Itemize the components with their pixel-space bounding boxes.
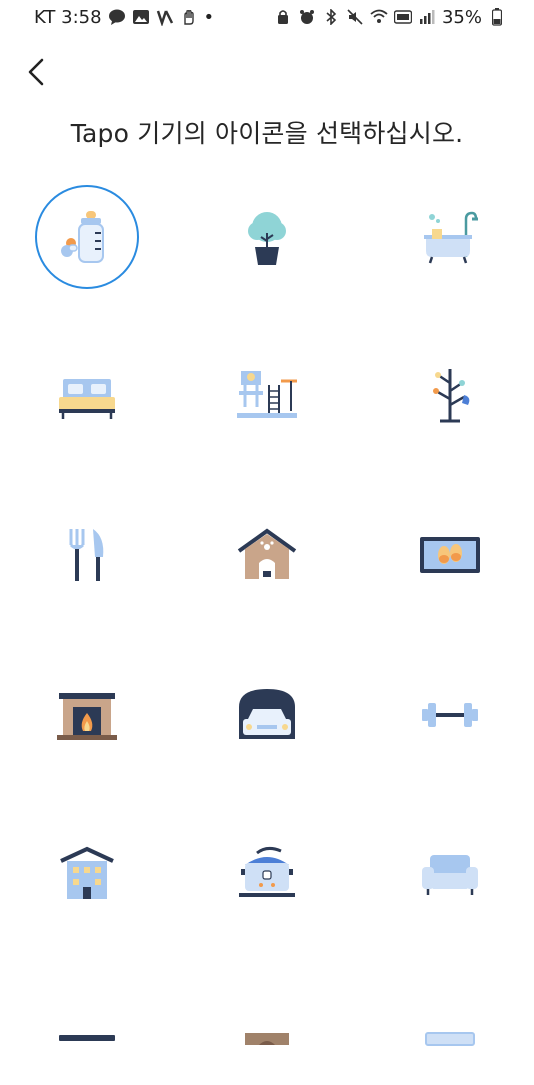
building-icon: [60, 846, 114, 899]
partial-icon-2: [245, 1033, 289, 1045]
partial-icon-1: [59, 1035, 115, 1041]
icon-option-baby-bottle[interactable]: [35, 185, 139, 289]
talk-icon: [108, 8, 126, 26]
icon-option-plant[interactable]: [215, 185, 319, 289]
icon-option-partial-3[interactable]: [398, 981, 502, 1085]
status-left: KT 3:58 •: [34, 7, 214, 28]
doormat-slippers-icon: [420, 537, 480, 573]
mute-icon: [346, 8, 364, 26]
rice-cooker-icon: [239, 846, 295, 897]
partial-icon-3: [425, 1032, 475, 1046]
icon-option-doormat[interactable]: [398, 503, 502, 607]
icon-option-garage[interactable]: [215, 663, 319, 767]
icon-option-fork-knife[interactable]: [35, 503, 139, 607]
gallery-icon: [132, 8, 150, 26]
bed-icon: [59, 379, 115, 419]
icon-option-partial-2[interactable]: [215, 981, 319, 1085]
signal-icon: [418, 8, 436, 26]
icon-option-dog-house[interactable]: [215, 503, 319, 607]
coat-rack-icon: [433, 369, 470, 423]
fireplace-icon: [57, 693, 117, 740]
hd-voice-icon: [393, 8, 412, 26]
plant-icon: [248, 212, 286, 265]
dog-house-icon: [237, 528, 297, 579]
icon-option-bathtub[interactable]: [398, 185, 502, 289]
hand-icon: [180, 8, 198, 26]
icon-option-building[interactable]: [35, 821, 139, 925]
dumbbell-icon: [422, 703, 478, 727]
app-notification-icon: [156, 8, 174, 26]
icon-option-dumbbell[interactable]: [398, 663, 502, 767]
lock-icon: [274, 8, 292, 26]
bluetooth-icon: [322, 8, 340, 26]
garage-car-icon: [239, 689, 295, 739]
alarm-icon: [298, 8, 316, 26]
wifi-icon: [370, 8, 388, 26]
carrier-time: KT 3:58: [34, 6, 102, 28]
playground-icon: [237, 371, 297, 418]
chevron-left-icon: [28, 58, 44, 86]
page-title: Tapo 기기의 아이콘을 선택하십시오.: [70, 119, 464, 148]
back-button[interactable]: [18, 52, 54, 92]
icon-option-partial-1[interactable]: [35, 981, 139, 1085]
status-bar: KT 3:58 • 35%: [0, 0, 534, 34]
fork-knife-icon: [69, 529, 104, 581]
notification-dot: •: [203, 6, 215, 28]
status-right: 35%: [274, 7, 506, 28]
icon-option-playground[interactable]: [215, 343, 319, 447]
sofa-icon: [422, 855, 478, 895]
icon-option-bed[interactable]: [35, 343, 139, 447]
icon-option-fireplace[interactable]: [35, 663, 139, 767]
icon-option-coat-rack[interactable]: [398, 343, 502, 447]
bathtub-icon: [424, 211, 478, 264]
battery-icon: [488, 8, 506, 26]
icon-option-sofa[interactable]: [398, 821, 502, 925]
battery-percent: 35%: [441, 6, 482, 28]
baby-bottle-icon: [61, 211, 104, 263]
icon-option-rice-cooker[interactable]: [215, 821, 319, 925]
